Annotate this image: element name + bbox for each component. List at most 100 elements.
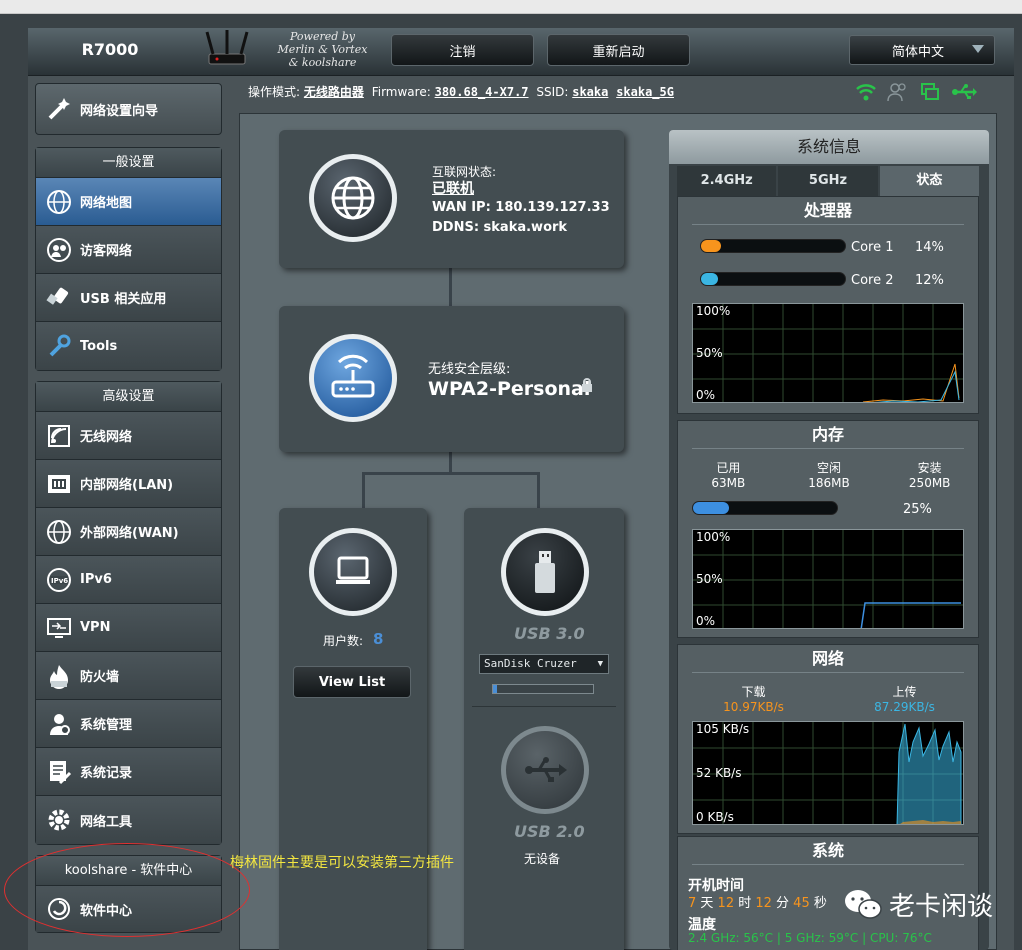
core1-percent: 14%: [915, 240, 944, 255]
connector-line: [449, 268, 452, 306]
usb-card: USB 3.0 SanDisk Cruzer ▼ USB 2.0 无设备: [464, 508, 624, 950]
ssid-label: SSID:: [536, 85, 569, 99]
advanced-settings-title: 高级设置: [36, 382, 221, 412]
sidebar-item-label: VPN: [80, 620, 111, 635]
mem-free-label: 空闲: [817, 461, 842, 475]
memory-fill: [693, 502, 729, 514]
powered-line-3: & koolshare: [288, 56, 357, 69]
usb-device-value: SanDisk Cruzer: [484, 657, 577, 670]
sidebar-item-network-tools[interactable]: 网络工具: [36, 796, 221, 844]
mem-used-value: 63MB: [711, 476, 746, 490]
memory-stats: 已用 63MB 空闲 186MB 安装 250MB: [678, 459, 980, 490]
powered-line-1: Powered by: [289, 30, 356, 43]
core1-bar: [700, 239, 846, 253]
router-model: R7000: [81, 40, 139, 59]
net-graph-label-mid: 52 KB/s: [696, 766, 742, 780]
router-logo-icon: [203, 30, 251, 70]
core2-fill: [701, 273, 718, 285]
core2-percent: 12%: [915, 273, 944, 288]
sidebar-item-lan[interactable]: 内部网络(LAN): [36, 460, 221, 508]
core2-bar: [700, 272, 846, 286]
sidebar-item-guest-network[interactable]: 访客网络: [36, 226, 221, 274]
tab-5ghz[interactable]: 5GHz: [778, 166, 878, 196]
sidebar-item-admin[interactable]: 系统管理: [36, 700, 221, 748]
internet-status-value[interactable]: 已联机: [432, 178, 474, 198]
ssid-24-link[interactable]: skaka: [572, 85, 608, 99]
powered-line-2: Merlin & Vortex: [277, 43, 368, 56]
mode-link[interactable]: 无线路由器: [304, 85, 364, 99]
connector-line: [449, 452, 452, 474]
reboot-button[interactable]: 重新启动: [547, 34, 690, 66]
view-list-button[interactable]: View List: [293, 666, 411, 698]
chevron-down-icon: [972, 45, 984, 53]
sidebar-item-firewall[interactable]: 防火墙: [36, 652, 221, 700]
wechat-icon: [845, 889, 882, 919]
net-graph-label-max: 105 KB/s: [696, 722, 750, 736]
sidebar-item-label: Tools: [80, 338, 118, 354]
ipv6-icon: IPv6: [44, 565, 74, 595]
usb-divider: [472, 706, 616, 707]
net-download: 下载 10.97KB/s: [678, 683, 829, 714]
uptime-hours: 12: [717, 896, 735, 911]
usb-device-select[interactable]: SanDisk Cruzer ▼: [479, 654, 609, 674]
usb-status-icon[interactable]: [951, 82, 977, 102]
clients-card: 用户数: 8 View List: [279, 508, 427, 950]
lock-icon: [581, 378, 593, 396]
internet-status-card[interactable]: 互联网状态: 已联机 WAN IP: 180.139.127.33 DDNS: …: [279, 130, 624, 268]
wizard-label: 网络设置向导: [80, 103, 159, 119]
sidebar-item-usb-apps[interactable]: USB 相关应用: [36, 274, 221, 322]
sidebar-item-network-map[interactable]: 网络地图: [36, 178, 221, 226]
network-map-icon: [44, 187, 74, 217]
memory-title: 内存: [692, 421, 964, 449]
language-select[interactable]: 简体中文: [849, 35, 995, 65]
wizard-icon: [44, 94, 74, 124]
mem-used-label: 已用: [716, 461, 741, 475]
sidebar-item-label: 防火墙: [80, 670, 120, 685]
system-info-panel: 系统信息 2.4GHz 5GHz 状态 处理器 Core 1 14% Core …: [669, 130, 989, 950]
logout-button[interactable]: 注销: [391, 34, 534, 66]
cpu-graph-label-min: 0%: [696, 388, 716, 402]
setup-wizard-button[interactable]: 网络设置向导: [35, 83, 222, 135]
router-security-card[interactable]: 无线安全层级: WPA2-Personal: [279, 306, 624, 452]
sidebar-item-label: 访客网络: [80, 244, 133, 259]
users-icon[interactable]: [887, 82, 909, 102]
sidebar-item-vpn[interactable]: VPN: [36, 604, 221, 652]
status-info-bar: 操作模式: 无线路由器 Firmware: 380.68_4-X7.7 SSID…: [248, 83, 678, 100]
sysinfo-tabs: 2.4GHz 5GHz 状态: [669, 166, 989, 196]
highlight-ellipse: [4, 843, 250, 937]
sidebar-item-label: 系统记录: [80, 766, 133, 781]
clients-label: 用户数:: [323, 634, 364, 648]
sidebar-item-ipv6[interactable]: IPv6 IPv6: [36, 556, 221, 604]
usb2-status: 无设备: [524, 852, 561, 866]
connector-line: [362, 472, 540, 475]
wireless-icon: [44, 421, 74, 451]
tab-status[interactable]: 状态: [879, 166, 979, 196]
wan-ip: WAN IP: 180.139.127.33: [432, 200, 610, 215]
uptime-hours-unit: 时: [734, 896, 756, 911]
usb-drive-icon[interactable]: [501, 528, 589, 616]
general-settings-title: 一般设置: [36, 148, 221, 178]
general-settings-menu: 一般设置 网络地图 访客网络 USB 相关应用 Tools: [35, 147, 222, 371]
sidebar-item-label: 网络工具: [80, 814, 133, 830]
sidebar-item-label: 系统管理: [80, 718, 133, 733]
cpu-graph-label-max: 100%: [696, 304, 731, 318]
mem-free: 空闲 186MB: [779, 459, 880, 490]
firmware-link[interactable]: 380.68_4-X7.7: [435, 85, 529, 99]
network-device-icon[interactable]: [919, 82, 941, 102]
uptime-seconds: 45: [793, 896, 810, 911]
system-title: 系统: [692, 837, 964, 865]
watermark-text: 老卡闲谈: [889, 892, 994, 922]
sidebar-item-tools[interactable]: Tools: [36, 322, 221, 370]
mem-free-value: 186MB: [808, 476, 850, 490]
sidebar-item-wireless[interactable]: 无线网络: [36, 412, 221, 460]
connector-line: [362, 472, 365, 508]
status-icons: [855, 82, 977, 102]
sidebar-item-wan[interactable]: 外部网络(WAN): [36, 508, 221, 556]
ssid-5g-link[interactable]: skaka_5G: [616, 85, 674, 99]
tab-24ghz[interactable]: 2.4GHz: [677, 166, 777, 196]
mem-total: 安装 250MB: [879, 459, 980, 490]
sidebar-item-syslog[interactable]: 系统记录: [36, 748, 221, 796]
wifi-icon[interactable]: [855, 82, 877, 102]
browser-top-strip: [0, 0, 1022, 14]
annotation-text: 梅林固件主要是可以安装第三方插件: [230, 855, 454, 871]
